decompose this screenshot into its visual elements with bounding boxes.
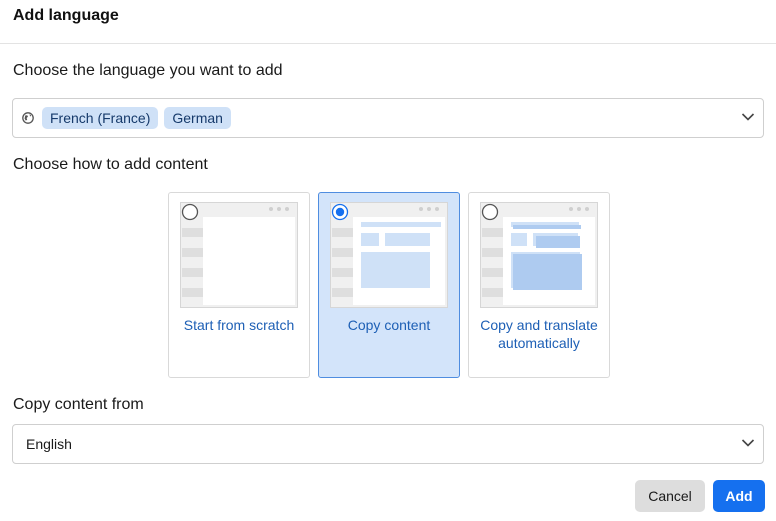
option-label: Start from scratch [183,317,295,333]
globe-icon [22,112,34,124]
add-button[interactable]: Add [713,480,765,512]
language-multiselect[interactable]: French (France) German [12,98,764,138]
option-start-from-scratch[interactable]: Start from scratch [168,192,310,378]
option-label: Copy and translate automatically [480,317,598,351]
chevron-down-icon[interactable] [741,112,755,122]
dialog-title: Add language [13,7,119,24]
dialog-header: Add language [0,0,776,44]
copy-from-value: English [26,436,72,452]
language-chip-german[interactable]: German [164,107,231,129]
chevron-down-icon[interactable] [741,438,755,448]
option-copy-content[interactable]: Copy content [318,192,460,378]
copy-from-label: Copy content from [13,396,144,413]
radio-unchecked-icon[interactable] [481,203,499,221]
cancel-button[interactable]: Cancel [635,480,705,512]
option-label: Copy content [347,317,431,333]
copy-from-select[interactable]: English [12,424,764,464]
language-section-label: Choose the language you want to add [13,62,283,79]
content-section-label: Choose how to add content [13,156,208,173]
option-copy-and-translate[interactable]: Copy and translate automatically [468,192,610,378]
radio-checked-icon[interactable] [331,203,349,221]
radio-unchecked-icon[interactable] [181,203,199,221]
language-chip-french[interactable]: French (France) [42,107,159,129]
selected-language-chips: French (France) German [42,107,231,129]
